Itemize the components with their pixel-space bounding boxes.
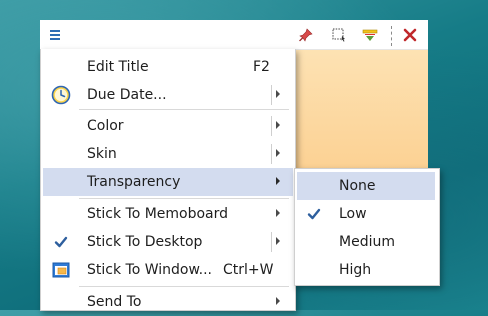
menu-item-stick-to-desktop[interactable]: Stick To Desktop [43,228,293,256]
submenu-item-medium[interactable]: Medium [297,228,435,256]
menu-separator [79,198,289,199]
submenu-item-label: Medium [339,234,395,250]
clock-icon [51,85,71,105]
menu-item-color[interactable]: Color [43,112,293,140]
checkmark-icon [51,232,71,252]
menu-item-due-date[interactable]: Due Date... [43,81,293,109]
submenu-arrow-icon[interactable] [276,237,280,245]
transparency-submenu: None Low Medium High [294,168,440,286]
menu-item-label: Transparency [87,174,181,190]
menu-item-label: Stick To Desktop [87,234,203,250]
submenu-arrow-icon[interactable] [276,121,280,129]
menu-item-shortcut: F2 [253,59,270,75]
menu-item-shortcut: Ctrl+W [223,262,274,278]
menu-item-stick-to-window[interactable]: Stick To Window... Ctrl+W [43,256,293,284]
submenu-item-label: Low [339,206,367,222]
hamburger-menu-icon[interactable] [44,20,66,49]
submenu-split-divider [271,144,272,164]
submenu-arrow-icon[interactable] [276,149,280,157]
submenu-item-label: None [339,178,376,194]
submenu-arrow-icon[interactable] [276,90,280,98]
submenu-split-divider [271,85,272,105]
dotted-selection-icon[interactable] [328,20,350,49]
submenu-split-divider [271,116,272,136]
submenu-split-divider [271,232,272,252]
context-menu: Edit Title F2 Due Date... Color Skin Tra… [40,49,296,311]
menu-item-send-to[interactable]: Send To [43,288,293,316]
note-body[interactable] [292,50,428,178]
submenu-item-high[interactable]: High [297,256,435,284]
menu-item-label: Edit Title [87,59,149,75]
roll-up-icon[interactable] [359,20,381,49]
pushpin-icon[interactable] [295,20,317,49]
submenu-arrow-icon [276,297,280,305]
menu-item-edit-title[interactable]: Edit Title F2 [43,53,293,81]
menu-separator [79,109,289,110]
close-icon[interactable] [399,20,421,49]
window-icon [51,260,71,280]
menu-item-label: Stick To Window... [87,262,212,278]
toolbar-separator [391,26,392,46]
menu-item-label: Send To [87,294,142,310]
note-toolbar [40,20,428,50]
menu-item-label: Due Date... [87,87,167,103]
menu-separator [79,286,289,287]
submenu-item-none[interactable]: None [297,172,435,200]
submenu-item-label: High [339,262,372,278]
menu-item-label: Color [87,118,124,134]
menu-item-skin[interactable]: Skin [43,140,293,168]
menu-item-transparency[interactable]: Transparency [43,168,293,196]
menu-item-stick-to-memoboard[interactable]: Stick To Memoboard [43,200,293,228]
menu-item-label: Skin [87,146,117,162]
submenu-item-low[interactable]: Low [297,200,435,228]
submenu-arrow-icon [276,209,280,217]
submenu-arrow-icon [276,177,280,185]
menu-item-label: Stick To Memoboard [87,206,229,222]
checkmark-icon [307,207,321,225]
